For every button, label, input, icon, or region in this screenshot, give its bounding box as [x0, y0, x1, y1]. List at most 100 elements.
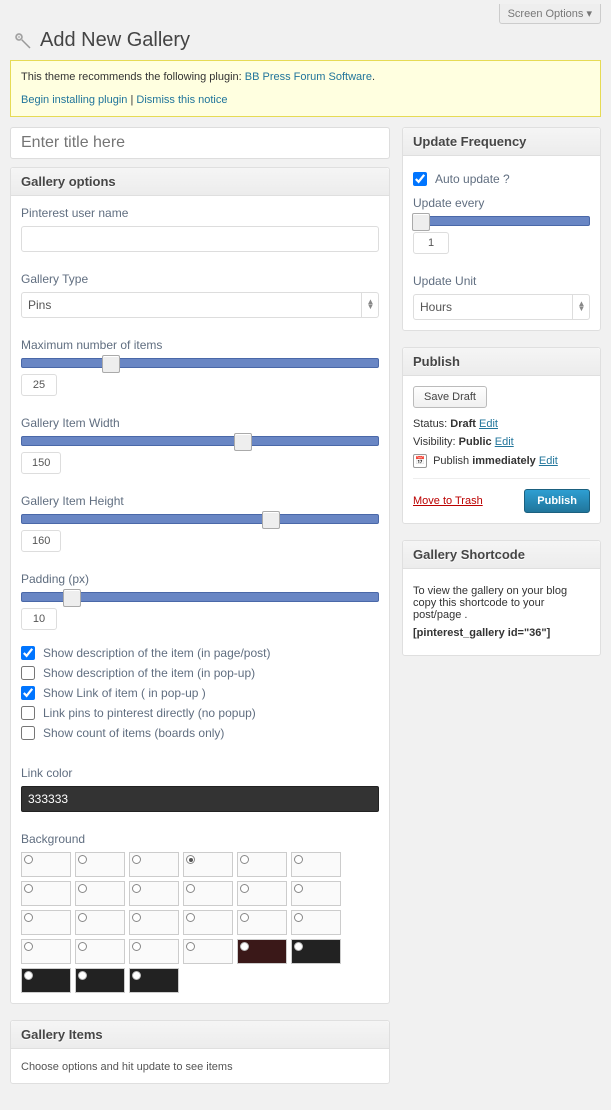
option-checkbox[interactable]	[21, 686, 35, 700]
pin-icon	[10, 28, 34, 52]
background-swatch[interactable]	[129, 910, 179, 935]
option-checkbox[interactable]	[21, 666, 35, 680]
item-width-slider[interactable]	[21, 436, 379, 446]
background-swatch[interactable]	[75, 881, 125, 906]
update-unit-select[interactable]: Hours	[413, 294, 590, 320]
background-swatch[interactable]	[291, 910, 341, 935]
page-title-row: Add New Gallery	[10, 24, 601, 60]
background-swatch[interactable]	[75, 852, 125, 877]
option-checkbox[interactable]	[21, 646, 35, 660]
edit-status-link[interactable]: Edit	[479, 418, 498, 430]
gallery-options-header: Gallery options	[21, 174, 379, 189]
gallery-type-label: Gallery Type	[21, 272, 379, 286]
background-swatch[interactable]	[237, 881, 287, 906]
background-label: Background	[21, 832, 379, 846]
background-swatch[interactable]	[75, 910, 125, 935]
background-swatch[interactable]	[291, 852, 341, 877]
background-swatch[interactable]	[183, 910, 233, 935]
background-swatch[interactable]	[291, 881, 341, 906]
gallery-items-text: Choose options and hit update to see ite…	[21, 1061, 233, 1073]
shortcode-header: Gallery Shortcode	[413, 547, 590, 562]
background-swatch[interactable]	[237, 939, 287, 964]
pinterest-user-input[interactable]	[21, 226, 379, 252]
slider-handle[interactable]	[234, 433, 252, 451]
gallery-items-header: Gallery Items	[21, 1027, 379, 1042]
background-swatch[interactable]	[237, 910, 287, 935]
option-checkbox[interactable]	[21, 706, 35, 720]
gallery-title-input[interactable]	[10, 127, 390, 159]
radio-icon	[294, 913, 303, 922]
shortcode-box: Gallery Shortcode To view the gallery on…	[402, 540, 601, 656]
background-swatch[interactable]	[129, 939, 179, 964]
background-swatch[interactable]	[75, 939, 125, 964]
gallery-type-select[interactable]: Pins	[21, 292, 379, 318]
radio-icon	[240, 855, 249, 864]
background-swatch[interactable]	[129, 968, 179, 993]
schedule-value: immediately	[472, 455, 536, 467]
background-swatch[interactable]	[21, 852, 71, 877]
publish-button[interactable]: Publish	[524, 489, 590, 513]
item-height-value: 160	[21, 530, 61, 552]
radio-icon	[132, 884, 141, 893]
update-frequency-header: Update Frequency	[413, 134, 590, 149]
option-checkbox[interactable]	[21, 726, 35, 740]
radio-icon	[294, 855, 303, 864]
save-draft-button[interactable]: Save Draft	[413, 386, 487, 408]
radio-icon	[186, 942, 195, 951]
background-swatch[interactable]	[291, 939, 341, 964]
begin-install-link[interactable]: Begin installing plugin	[21, 94, 127, 106]
item-width-value: 150	[21, 452, 61, 474]
radio-icon	[240, 942, 249, 951]
radio-icon	[78, 971, 87, 980]
option-checkbox-label: Show description of the item (in page/po…	[43, 646, 270, 660]
move-to-trash-link[interactable]: Move to Trash	[413, 495, 483, 507]
gallery-options-box: Gallery options Pinterest user name Gall…	[10, 167, 390, 1004]
edit-schedule-link[interactable]: Edit	[539, 455, 558, 467]
background-swatch[interactable]	[183, 939, 233, 964]
background-swatch[interactable]	[21, 968, 71, 993]
radio-icon	[24, 942, 33, 951]
option-checkbox-row: Show description of the item (in pop-up)	[21, 666, 379, 680]
screen-options-button[interactable]: Screen Options ▾	[499, 4, 601, 24]
background-swatch[interactable]	[21, 939, 71, 964]
radio-icon	[132, 913, 141, 922]
radio-icon	[24, 971, 33, 980]
background-swatch[interactable]	[21, 881, 71, 906]
update-every-slider[interactable]	[413, 216, 590, 226]
slider-handle[interactable]	[262, 511, 280, 529]
slider-handle[interactable]	[102, 355, 120, 373]
radio-icon	[24, 855, 33, 864]
radio-icon	[132, 855, 141, 864]
update-every-value: 1	[413, 232, 449, 254]
max-items-slider[interactable]	[21, 358, 379, 368]
edit-visibility-link[interactable]: Edit	[495, 436, 514, 448]
dismiss-notice-link[interactable]: Dismiss this notice	[136, 94, 227, 106]
background-swatch[interactable]	[183, 852, 233, 877]
publish-box: Publish Save Draft Status: Draft Edit Vi…	[402, 347, 601, 524]
item-height-label: Gallery Item Height	[21, 494, 379, 508]
gallery-items-box: Gallery Items Choose options and hit upd…	[10, 1020, 390, 1084]
padding-slider[interactable]	[21, 592, 379, 602]
radio-icon	[24, 913, 33, 922]
schedule-prefix: Publish	[433, 455, 472, 467]
radio-icon	[132, 971, 141, 980]
plugin-link[interactable]: BB Press Forum Software	[245, 71, 372, 83]
option-checkbox-row: Show description of the item (in page/po…	[21, 646, 379, 660]
slider-handle[interactable]	[63, 589, 81, 607]
background-swatch[interactable]	[21, 910, 71, 935]
auto-update-checkbox[interactable]	[413, 172, 427, 186]
background-swatch[interactable]	[75, 968, 125, 993]
option-checkbox-label: Show Link of item ( in pop-up )	[43, 686, 206, 700]
pinterest-user-label: Pinterest user name	[21, 206, 379, 220]
radio-icon	[294, 884, 303, 893]
slider-handle[interactable]	[412, 213, 430, 231]
radio-icon	[240, 913, 249, 922]
publish-header: Publish	[413, 354, 590, 369]
link-color-input[interactable]: 333333	[21, 786, 379, 812]
padding-label: Padding (px)	[21, 572, 379, 586]
background-swatch[interactable]	[129, 852, 179, 877]
background-swatch[interactable]	[129, 881, 179, 906]
background-swatch[interactable]	[183, 881, 233, 906]
item-height-slider[interactable]	[21, 514, 379, 524]
background-swatch[interactable]	[237, 852, 287, 877]
